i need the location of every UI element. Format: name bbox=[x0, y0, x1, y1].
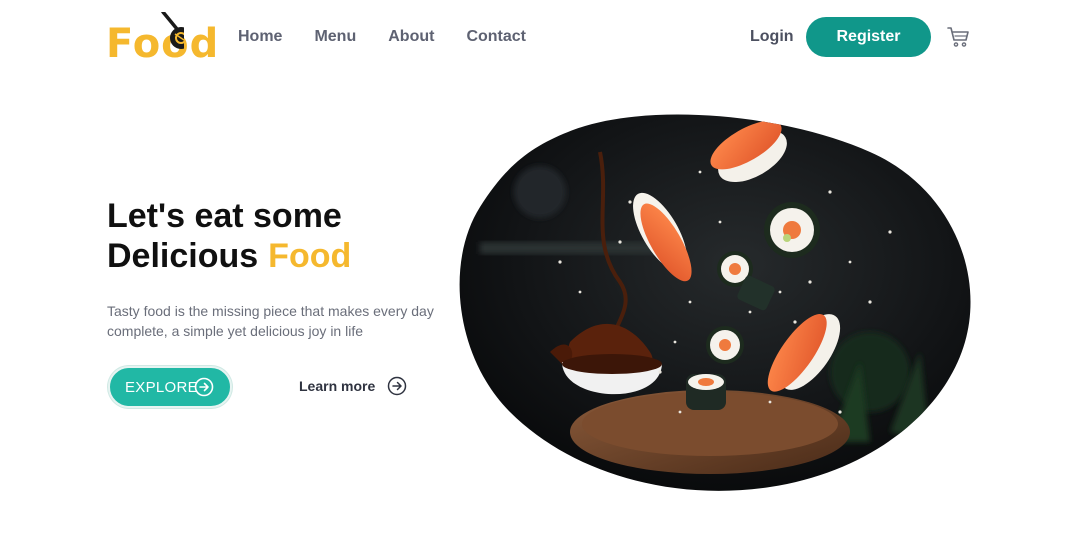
utensil-icon bbox=[161, 12, 184, 49]
hero-food-image bbox=[459, 114, 971, 491]
logo[interactable]: Food bbox=[106, 12, 218, 67]
nav-home[interactable]: Home bbox=[238, 26, 282, 48]
learn-more-link[interactable]: Learn more bbox=[299, 376, 407, 396]
hero-title-line1: Let's eat some bbox=[107, 197, 342, 235]
arrow-right-circle-icon bbox=[388, 376, 407, 396]
site-header: Food Home Menu About Contact Login Regis… bbox=[0, 0, 1088, 76]
explore-label: EXPLORE bbox=[125, 378, 198, 396]
arrow-right-circle-icon bbox=[194, 377, 214, 397]
register-button[interactable]: Register bbox=[806, 17, 931, 57]
cart-icon[interactable] bbox=[947, 26, 971, 48]
explore-button[interactable]: EXPLORE bbox=[108, 366, 232, 408]
nav-contact[interactable]: Contact bbox=[466, 26, 526, 48]
login-link[interactable]: Login bbox=[750, 26, 794, 48]
nav-about[interactable]: About bbox=[388, 26, 434, 48]
nav-menu[interactable]: Menu bbox=[314, 26, 356, 48]
main-nav: Home Menu About Contact bbox=[238, 26, 558, 48]
hero-title-line2: Delicious bbox=[107, 237, 259, 275]
hero-title: Let's eat some Delicious Food bbox=[107, 196, 467, 276]
hero-title-accent: Food bbox=[268, 237, 352, 275]
learn-more-label: Learn more bbox=[299, 378, 376, 394]
hero-description: Tasty food is the missing piece that mak… bbox=[107, 303, 434, 339]
